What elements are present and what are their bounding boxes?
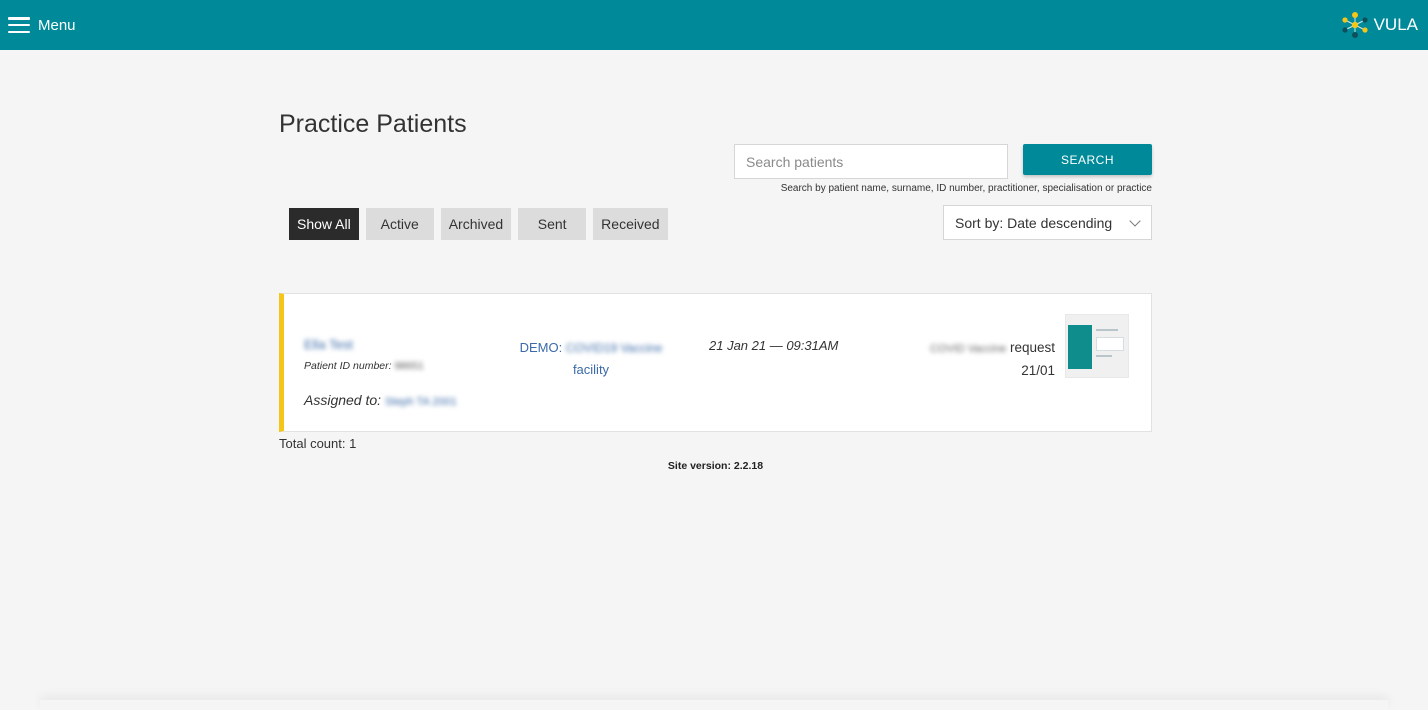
menu-button[interactable]: Menu xyxy=(8,17,76,34)
top-bar: Menu VULA xyxy=(0,0,1428,50)
patient-name[interactable]: Ella Test xyxy=(304,337,353,352)
total-count: Total count: 1 xyxy=(279,436,357,451)
request-type: COVID Vaccine xyxy=(929,343,1007,355)
patient-id-row: Patient ID number: 98651 xyxy=(304,360,424,372)
facility-link[interactable]: DEMO: COVID19 Vaccine facility xyxy=(506,337,676,380)
filter-archived-button[interactable]: Archived xyxy=(440,208,512,240)
search-button[interactable]: SEARCH xyxy=(1023,144,1152,175)
sort-selected-value: Sort by: Date descending xyxy=(955,214,1113,231)
hamburger-icon xyxy=(8,17,30,33)
sort-dropdown[interactable]: Sort by: Date descending xyxy=(943,205,1152,240)
filter-active-button[interactable]: Active xyxy=(365,208,434,240)
site-version: Site version: 2.2.18 xyxy=(667,460,764,472)
patient-id-value: 98651 xyxy=(394,360,424,372)
assigned-label: Assigned to: xyxy=(304,392,382,408)
vula-molecule-icon xyxy=(1341,12,1368,38)
chevron-down-icon xyxy=(1129,214,1141,227)
referral-datetime: 21 Jan 21 — 09:31AM xyxy=(709,338,839,353)
brand-name: VULA xyxy=(1373,15,1418,34)
vula-logo[interactable]: VULA xyxy=(1340,10,1418,40)
request-date: 21/01 xyxy=(1021,363,1055,378)
filter-sent-button[interactable]: Sent xyxy=(518,208,587,240)
patient-card[interactable]: Ella Test Patient ID number: 98651 Assig… xyxy=(279,293,1152,432)
assigned-row: Assigned to: Steph TA 2001 xyxy=(304,392,457,408)
page-title: Practice Patients xyxy=(279,110,467,138)
filter-group: Show All Active Archived Sent Received xyxy=(289,208,668,240)
filter-show-all-button[interactable]: Show All xyxy=(289,208,359,240)
facility-prefix: DEMO: xyxy=(519,340,563,355)
filter-received-button[interactable]: Received xyxy=(593,208,668,240)
request-info: COVID Vaccine request 21/01 xyxy=(930,337,1055,381)
menu-label: Menu xyxy=(38,16,76,34)
search-input[interactable] xyxy=(734,144,1008,179)
attachment-thumbnail[interactable] xyxy=(1065,314,1129,378)
facility-name: COVID19 Vaccine xyxy=(565,341,663,355)
patient-id-label: Patient ID number: xyxy=(304,360,392,372)
assigned-value: Steph TA 2001 xyxy=(384,396,457,408)
search-hint: Search by patient name, surname, ID numb… xyxy=(780,183,1152,194)
request-word: request xyxy=(1009,340,1055,355)
facility-suffix: facility xyxy=(572,362,610,377)
footer-edge xyxy=(40,700,1388,710)
